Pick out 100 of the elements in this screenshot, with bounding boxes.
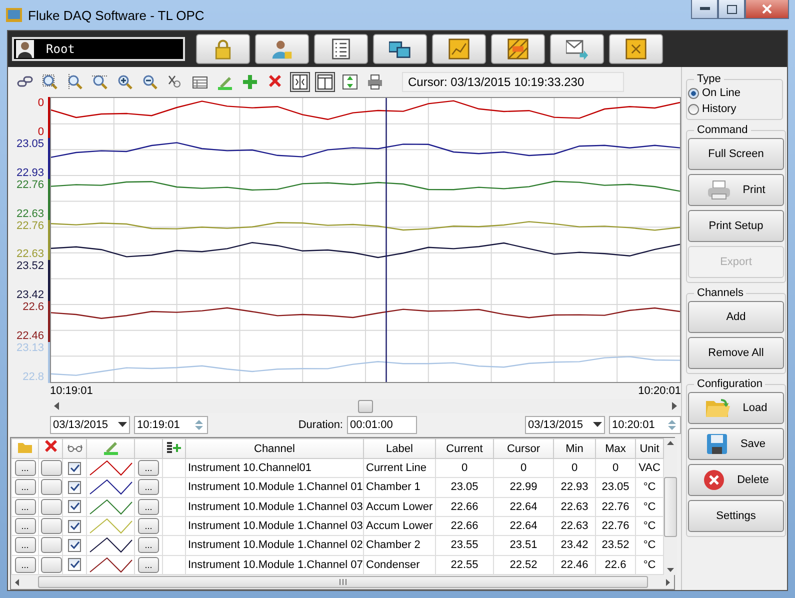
cursor-line[interactable] — [386, 98, 387, 382]
table-cell: 22.99 — [494, 478, 554, 498]
table-cell: 22.66 — [436, 497, 494, 516]
column-header[interactable]: Channel — [186, 438, 364, 458]
channel-options-button[interactable]: ... — [14, 479, 36, 496]
table-cell: Instrument 10.Module 1.Channel 03 — [186, 516, 364, 536]
scroll-right-icon[interactable] — [666, 578, 670, 586]
user-name: Root — [46, 42, 75, 56]
line-style-button[interactable]: ... — [138, 460, 159, 476]
line-style-button[interactable]: ... — [138, 518, 159, 534]
minimize-button[interactable] — [691, 0, 718, 19]
table-cell: 0 — [596, 458, 636, 478]
axis-min-label: 22.46 — [16, 330, 44, 342]
column-header[interactable]: Current — [436, 438, 494, 458]
panel-button[interactable]: Remove All — [688, 337, 784, 369]
scroll-thumb[interactable] — [38, 576, 648, 588]
line-style-button[interactable]: ... — [138, 537, 159, 554]
tool-button[interactable] — [290, 72, 310, 92]
radio-option[interactable]: On Line — [688, 87, 781, 99]
panel-button[interactable]: Add — [688, 301, 784, 333]
visible-checkbox[interactable] — [68, 500, 81, 514]
panel-button[interactable]: Print Setup — [688, 210, 784, 242]
line-style-button[interactable]: ... — [138, 479, 159, 496]
panel-button[interactable]: Load — [688, 392, 784, 424]
toolbar-button[interactable] — [314, 34, 368, 64]
start-time-field[interactable]: 10:19:01 — [134, 416, 208, 434]
scroll-left-icon[interactable] — [54, 402, 59, 410]
time-axis-label: 10:19:01 — [50, 385, 93, 397]
toolbar-button[interactable] — [491, 34, 545, 64]
tool-button[interactable] — [365, 72, 385, 92]
duration-field[interactable]: 00:01:00 — [347, 416, 417, 434]
panel-button[interactable]: Settings — [688, 500, 784, 532]
toolbar-button[interactable] — [550, 34, 604, 64]
channel-options-button[interactable]: ... — [14, 518, 36, 534]
toolbar-button[interactable] — [255, 34, 309, 64]
visible-checkbox[interactable] — [68, 480, 81, 494]
panel-button[interactable]: Delete — [688, 464, 784, 496]
scroll-left-icon[interactable] — [15, 578, 19, 586]
dropdown-caret-icon[interactable] — [118, 422, 127, 428]
panel-button[interactable]: Print — [688, 174, 784, 206]
radio-option[interactable]: History — [688, 103, 781, 115]
column-header[interactable]: Max — [596, 438, 636, 458]
end-time-field[interactable]: 10:20:01 — [609, 416, 681, 434]
column-header[interactable]: Label — [364, 438, 436, 458]
panel-button[interactable]: Save — [688, 428, 784, 460]
table-cell: Instrument 10.Channel01 — [186, 458, 364, 478]
channel-options-button[interactable]: ... — [14, 537, 36, 554]
delete-row-button[interactable] — [41, 556, 62, 573]
channel-options-button[interactable]: ... — [14, 556, 36, 573]
toolbar-button[interactable] — [609, 34, 663, 64]
visible-checkbox[interactable] — [68, 558, 81, 572]
column-header[interactable]: Unit — [636, 438, 664, 458]
printer-icon — [706, 180, 731, 200]
tool-button[interactable] — [340, 72, 360, 92]
maximize-icon — [726, 4, 736, 14]
scroll-thumb[interactable] — [358, 400, 373, 412]
line-style-button[interactable]: ... — [138, 556, 159, 573]
scroll-thumb[interactable] — [664, 476, 677, 536]
channel-options-button[interactable]: ... — [14, 498, 36, 515]
columns-icon — [317, 74, 333, 90]
column-header[interactable]: Min — [554, 438, 596, 458]
visible-checkbox[interactable] — [68, 462, 81, 475]
visible-checkbox[interactable] — [68, 538, 81, 552]
column-header[interactable]: Cursor — [494, 438, 554, 458]
channel-options-button[interactable]: ... — [14, 460, 36, 476]
delete-row-button[interactable] — [41, 537, 62, 554]
toolbar-button[interactable] — [373, 34, 427, 64]
visible-checkbox[interactable] — [68, 520, 81, 533]
table-cell: 22.66 — [436, 516, 494, 536]
start-date-field[interactable]: 03/13/2015 — [50, 416, 130, 434]
scroll-right-icon[interactable] — [672, 402, 677, 410]
dropdown-caret-icon[interactable] — [593, 422, 602, 428]
maximize-button[interactable] — [718, 0, 745, 19]
table-cell: Chamber 2 — [364, 536, 436, 556]
line-style-button[interactable]: ... — [138, 498, 159, 515]
axis-min-label: 23.42 — [16, 289, 44, 302]
table-cell: Instrument 10.Module 1.Channel 02 — [186, 536, 364, 556]
delete-row-button[interactable] — [41, 460, 62, 476]
toolbar-button[interactable] — [432, 34, 486, 64]
table-cell: 22.64 — [494, 497, 554, 516]
panel-button[interactable]: Full Screen — [688, 138, 784, 170]
scroll-down-icon[interactable] — [667, 568, 674, 572]
table-cell: Accum Lower — [364, 497, 436, 516]
app-icon — [6, 7, 22, 23]
horizontal-scrollbar[interactable] — [11, 575, 674, 589]
end-date-field[interactable]: 03/13/2015 — [525, 416, 605, 434]
table-cell: 0 — [494, 458, 554, 478]
table-cell: Instrument 10.Module 1.Channel 03 — [186, 497, 364, 516]
chart-icon — [448, 38, 470, 60]
delete-row-button[interactable] — [41, 498, 62, 515]
delete-row-button[interactable] — [41, 518, 62, 534]
mail-send-icon — [566, 38, 588, 60]
scroll-up-icon[interactable] — [667, 441, 674, 445]
axis-max-label: 23.05 — [16, 138, 44, 150]
delete-row-button[interactable] — [41, 479, 62, 496]
close-button[interactable] — [745, 0, 789, 19]
table-cell: 0 — [436, 458, 494, 478]
close-icon — [762, 4, 772, 14]
tool-button[interactable] — [315, 72, 335, 92]
table-cell: 22.64 — [494, 516, 554, 536]
